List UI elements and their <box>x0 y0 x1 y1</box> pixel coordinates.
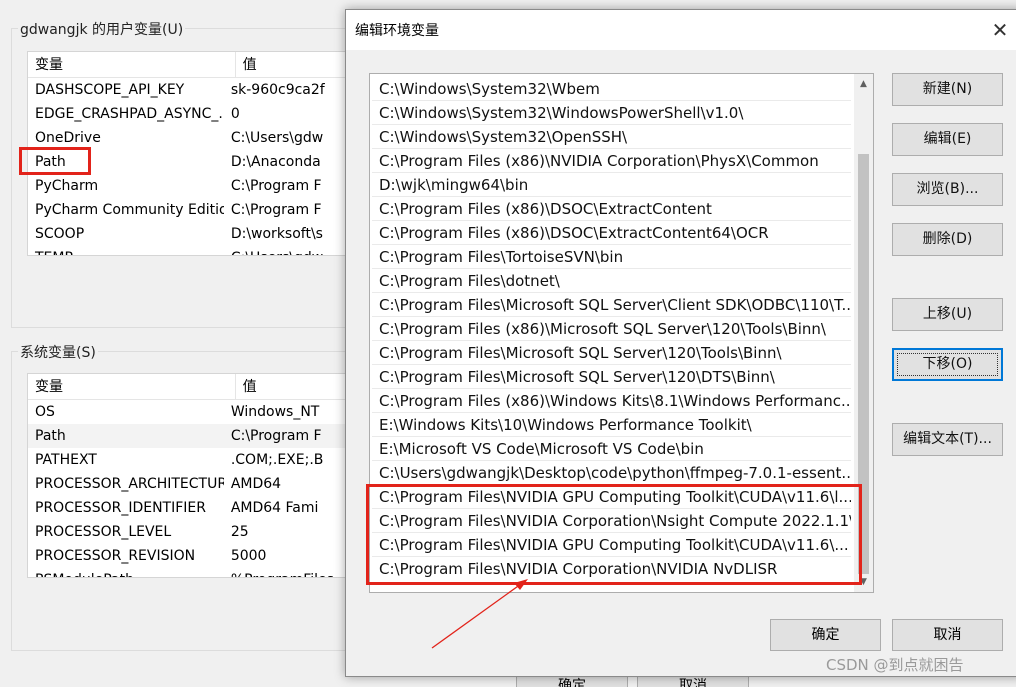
watermark: CSDN @到点就困告 <box>826 656 964 674</box>
annotation-arrow-icon <box>431 579 528 649</box>
